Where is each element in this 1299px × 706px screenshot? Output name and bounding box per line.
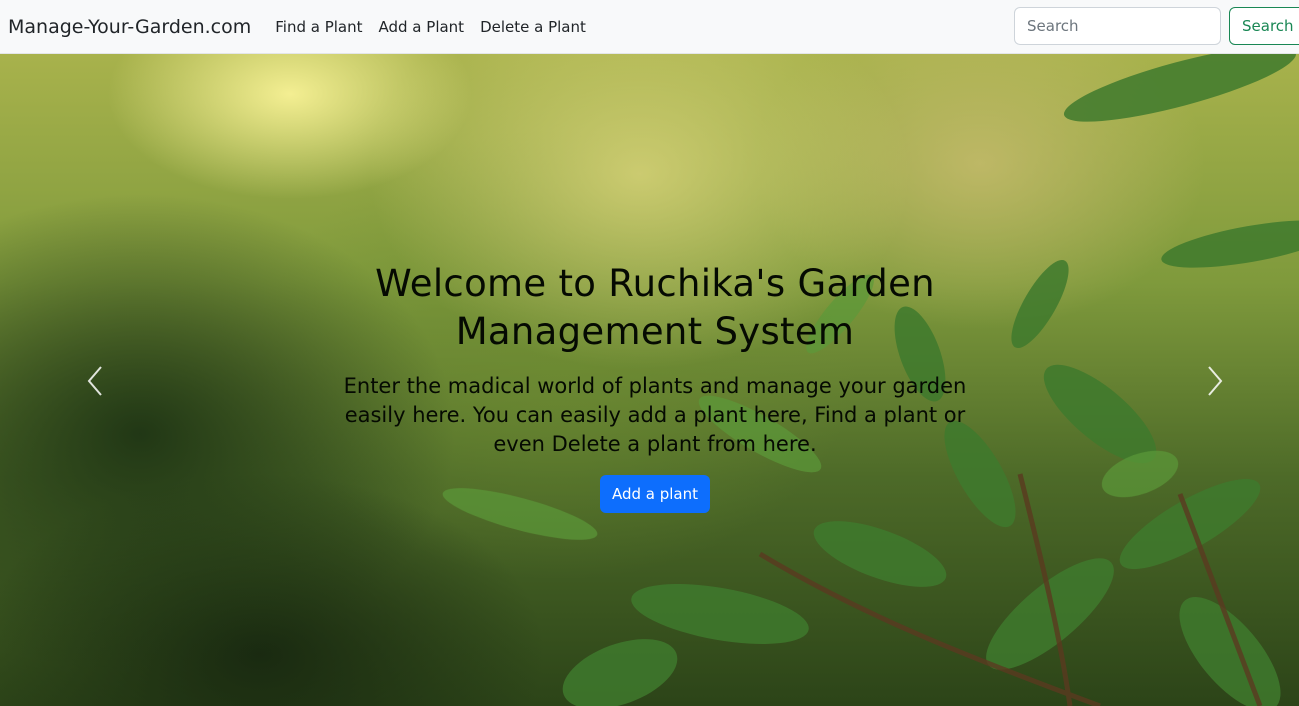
nav-links: Find a Plant Add a Plant Delete a Plant [275,18,602,36]
search-button[interactable]: Search [1229,7,1299,45]
carousel-prev-button[interactable] [75,354,115,408]
hero-carousel: Welcome to Ruchika's Garden Management S… [0,54,1299,706]
chevron-left-icon [87,366,102,396]
hero-description: Enter the madical world of plants and ma… [343,374,967,456]
carousel-caption: Welcome to Ruchika's Garden Management S… [325,260,985,513]
nav-link-find-plant[interactable]: Find a Plant [275,18,362,36]
brand-link[interactable]: Manage-Your-Garden.com [8,16,251,38]
chevron-right-icon [1208,366,1223,396]
nav-link-delete-plant[interactable]: Delete a Plant [480,18,586,36]
navbar: Manage-Your-Garden.com Find a Plant Add … [0,0,1299,54]
carousel-next-button[interactable] [1195,354,1235,408]
nav-link-add-plant[interactable]: Add a Plant [379,18,465,36]
add-plant-button[interactable]: Add a plant [599,475,711,513]
hero-title: Welcome to Ruchika's Garden Management S… [375,262,935,353]
search-input[interactable] [1014,7,1221,45]
search-form: Search [1014,7,1299,45]
